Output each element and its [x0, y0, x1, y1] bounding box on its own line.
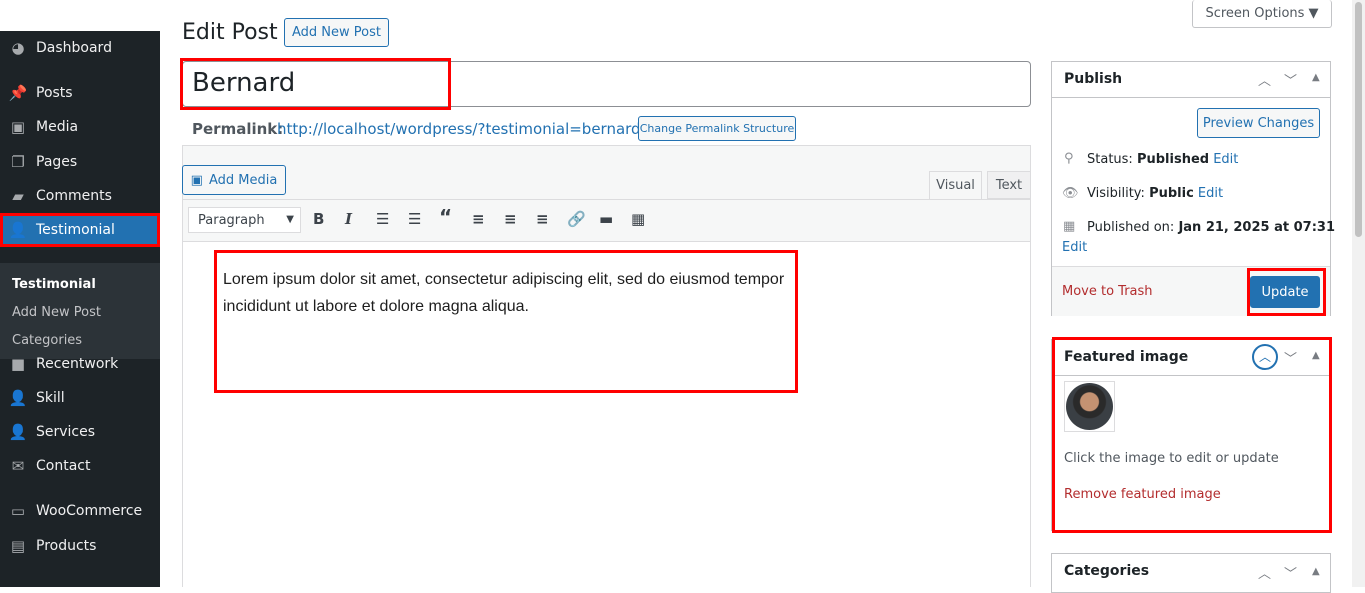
sidebar-item-media[interactable]: ▣ Media	[0, 110, 160, 144]
add-new-post-button[interactable]: Add New Post	[284, 18, 389, 47]
add-media-label: Add Media	[208, 172, 278, 188]
categories-title: Categories	[1064, 563, 1150, 579]
sidebar-item-woocommerce[interactable]: ▭ WooCommerce	[0, 494, 160, 528]
preview-changes-button[interactable]: Preview Changes	[1197, 108, 1320, 138]
numbered-list-icon[interactable]: ☰	[408, 210, 421, 228]
permalink-link[interactable]: http://localhost/wordpress/?testimonial=…	[277, 120, 641, 138]
publish-title: Publish	[1064, 71, 1123, 87]
read-more-icon[interactable]: ▬	[599, 210, 613, 228]
sidebar-item-label: WooCommerce	[36, 503, 143, 519]
video-icon: ■	[10, 355, 26, 373]
user-icon: 👤	[8, 389, 28, 407]
user-icon: 👤	[8, 423, 28, 441]
italic-icon[interactable]: I	[345, 210, 352, 228]
sidebar-item-comments[interactable]: ▰ Comments	[0, 179, 160, 213]
media-icon: ▣	[190, 172, 203, 188]
sidebar-item-recentwork[interactable]: ■ Recentwork	[0, 347, 160, 381]
sidebar-item-services[interactable]: 👤 Services	[0, 415, 160, 449]
eye-icon: 👁	[1062, 186, 1079, 201]
highlight-content	[214, 250, 798, 393]
sidebar-item-label: Products	[36, 538, 97, 554]
media-icon: ▣	[10, 118, 26, 136]
submenu: Testimonial Add New Post Categories	[0, 263, 160, 359]
sidebar-item-posts[interactable]: 📌 Posts	[0, 76, 160, 110]
permalink-label: Permalink:	[192, 120, 284, 138]
scrollbar[interactable]	[1352, 0, 1365, 587]
submenu-categories[interactable]: Categories	[12, 333, 82, 348]
add-media-button[interactable]: ▣ Add Media	[182, 165, 286, 195]
sidebar-item-pages[interactable]: ❐ Pages	[0, 145, 160, 179]
sidebar-item-label: Skill	[36, 390, 65, 406]
sidebar-item-label: Testimonial	[36, 222, 115, 238]
link-icon[interactable]: 🔗	[567, 210, 586, 228]
toggle-icon[interactable]: ▲	[1312, 72, 1320, 83]
sidebar-item-label: Posts	[36, 85, 73, 101]
sidebar-item-label: Media	[36, 119, 79, 135]
sidebar-item-label: Dashboard	[36, 40, 112, 56]
submenu-add-new[interactable]: Add New Post	[12, 305, 101, 320]
admin-sidebar: Testimonial Add New Post Categories ◕ Das…	[0, 31, 160, 587]
format-select[interactable]: Paragraph ▼	[188, 207, 301, 233]
move-to-trash-link[interactable]: Move to Trash	[1062, 284, 1153, 299]
sidebar-item-contact[interactable]: ✉ Contact	[0, 449, 160, 483]
sidebar-item-label: Recentwork	[36, 356, 119, 372]
move-up-icon[interactable]: ︿	[1258, 563, 1271, 582]
sidebar-item-dashboard[interactable]: ◕ Dashboard	[0, 31, 160, 65]
pages-icon: ❐	[11, 153, 25, 171]
status-row: Status: Published Edit	[1087, 152, 1239, 167]
archive-icon: ▤	[10, 537, 26, 555]
highlight-update	[1247, 268, 1326, 316]
move-up-icon[interactable]: ︿	[1258, 70, 1271, 89]
sidebar-item-label: Comments	[36, 188, 112, 204]
visibility-row: Visibility: Public Edit	[1087, 186, 1224, 201]
move-down-icon[interactable]: ﹀	[1284, 563, 1297, 582]
submenu-testimonial[interactable]: Testimonial	[12, 277, 96, 292]
published-row: Published on: Jan 21, 2025 at 07:31	[1087, 220, 1335, 235]
edit-status-link[interactable]: Edit	[1213, 152, 1238, 167]
change-permalink-button[interactable]: Change Permalink Structure	[638, 116, 796, 141]
sidebar-item-products[interactable]: ▤ Products	[0, 529, 160, 563]
bold-icon[interactable]: B	[313, 210, 324, 228]
align-center-icon[interactable]: ≡	[504, 210, 517, 228]
align-left-icon[interactable]: ≡	[472, 210, 485, 228]
pin-icon: 📌	[8, 84, 28, 102]
move-down-icon[interactable]: ﹀	[1284, 70, 1297, 89]
toggle-icon[interactable]: ▲	[1312, 566, 1320, 577]
pin-icon: ⚲	[1064, 151, 1074, 166]
calendar-icon: ▦	[1063, 219, 1076, 234]
edit-date-link[interactable]: Edit	[1062, 240, 1087, 255]
edit-visibility-link[interactable]: Edit	[1198, 186, 1223, 201]
sidebar-item-testimonial[interactable]: 👤 Testimonial	[0, 213, 160, 247]
dashboard-icon: ◕	[11, 39, 25, 57]
tab-text[interactable]: Text	[987, 171, 1031, 199]
blockquote-icon[interactable]: “	[439, 205, 452, 229]
page-title: Edit Post	[182, 20, 278, 45]
tab-visual[interactable]: Visual	[929, 171, 982, 200]
sidebar-item-skill[interactable]: 👤 Skill	[0, 381, 160, 415]
sidebar-item-label: Services	[36, 424, 96, 440]
highlight-title	[180, 58, 451, 110]
sidebar-item-label: Contact	[36, 458, 91, 474]
comment-icon: ▰	[12, 187, 24, 205]
mail-icon: ✉	[11, 457, 25, 475]
woo-icon: ▭	[10, 502, 26, 520]
bullet-list-icon[interactable]: ☰	[376, 210, 389, 228]
screen-options-button[interactable]: Screen Options ▼	[1192, 0, 1332, 28]
sidebar-item-label: Pages	[36, 154, 78, 170]
format-value: Paragraph	[198, 213, 265, 228]
align-right-icon[interactable]: ≡	[536, 210, 549, 228]
highlight-featured	[1052, 337, 1332, 533]
toolbar-toggle-icon[interactable]: ▦	[631, 210, 645, 228]
user-icon: 👤	[8, 221, 28, 239]
